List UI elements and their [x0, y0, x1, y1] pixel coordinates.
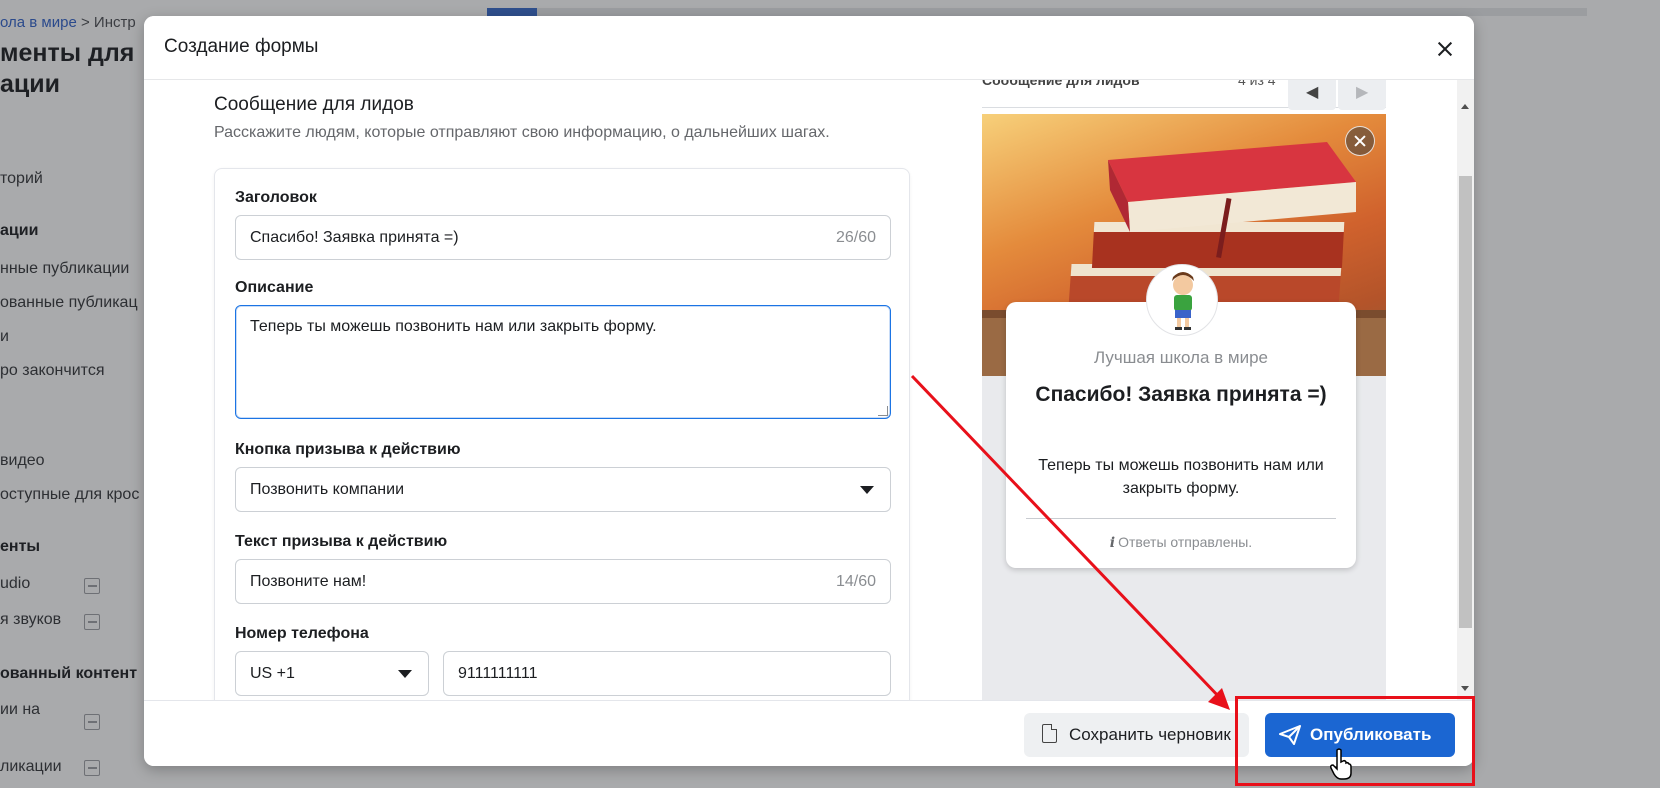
breadcrumb-tools[interactable]: Инстр: [94, 14, 136, 31]
headline-value: Спасибо! Заявка принята =): [250, 229, 459, 246]
bg-nav-item[interactable]: ликации: [0, 758, 62, 776]
resize-handle[interactable]: [878, 406, 888, 416]
preview-description: Теперь ты можешь позвонить нам или закры…: [1038, 457, 1324, 497]
info-icon: i: [1109, 535, 1116, 551]
bg-nav-item[interactable]: нные публикации: [0, 260, 129, 278]
bg-nav-section: ации: [0, 222, 39, 239]
phone-label: Номер телефона: [235, 625, 369, 642]
cta-button-select[interactable]: Позвонить компании: [235, 467, 891, 512]
preview-close-icon[interactable]: [1345, 126, 1375, 156]
cta-text-input[interactable]: Позвоните нам! 14/60: [235, 559, 891, 604]
cta-text-counter: 14/60: [835, 573, 876, 590]
publish-button[interactable]: Опубликовать: [1265, 713, 1455, 757]
scroll-up-icon[interactable]: [1461, 104, 1469, 109]
preview-note: i Ответы отправлены.: [1006, 534, 1356, 551]
cta-button-label: Кнопка призыва к действию: [235, 441, 461, 458]
exit-icon: [84, 714, 100, 730]
create-form-dialog: Создание формы Сообщение для лидов Расск…: [144, 16, 1474, 766]
publish-label: Опубликовать: [1310, 725, 1432, 744]
bg-nav-item[interactable]: ро закончится: [0, 362, 104, 380]
chevron-down-icon: [860, 486, 874, 494]
thank-you-card: Лучшая школа в мире Спасибо! Заявка прин…: [1006, 264, 1356, 568]
save-draft-label: Сохранить черновик: [1069, 725, 1231, 744]
background-heading: менты для ации: [0, 39, 135, 98]
scrollbar[interactable]: [1457, 80, 1474, 700]
scroll-down-icon[interactable]: [1461, 686, 1469, 691]
scrollbar-thumb[interactable]: [1459, 176, 1472, 628]
document-icon: [1042, 724, 1057, 743]
background-tab-strip: [487, 8, 1587, 16]
phone-number-value: 9111111111: [458, 665, 538, 682]
section-title: Сообщение для лидов: [214, 94, 414, 115]
cta-text-label: Текст призыва к действию: [235, 533, 448, 550]
headline-counter: 26/60: [835, 229, 876, 246]
close-icon[interactable]: [1430, 34, 1460, 64]
breadcrumb-separator: >: [80, 14, 90, 31]
cta-button-value: Позвонить компании: [250, 481, 405, 498]
section-description: Расскажите людям, которые отправляют сво…: [214, 124, 830, 141]
bg-nav-section: ованный контент: [0, 665, 138, 682]
bg-nav-item[interactable]: ованные публикац: [0, 294, 138, 312]
description-value: Теперь ты можешь позвонить нам или закры…: [250, 318, 657, 335]
background-tab-active: [487, 8, 537, 16]
boy-avatar-icon: [1172, 272, 1194, 330]
preview-title: Спасибо! Заявка принята =): [1035, 383, 1327, 406]
bg-nav-item[interactable]: ии на: [0, 701, 40, 719]
preview-header-title: Сообщение для лидов: [982, 80, 1140, 88]
exit-icon: [84, 578, 100, 594]
preview-page-indicator: 4 из 4: [1238, 80, 1276, 88]
phone-number-input[interactable]: 9111111111: [443, 651, 891, 696]
bg-nav-item[interactable]: и: [0, 328, 9, 346]
headline-label: Заголовок: [235, 189, 317, 206]
breadcrumb: ола в мире > Инстр: [0, 14, 136, 31]
exit-icon: [84, 760, 100, 776]
send-icon: [1279, 725, 1301, 745]
dialog-title: Создание формы: [164, 36, 319, 57]
preview-body: Лучшая школа в мире Спасибо! Заявка прин…: [982, 114, 1386, 700]
chevron-left-icon: ◀: [1306, 84, 1319, 101]
bg-nav-item[interactable]: оступные для крос: [0, 486, 139, 504]
divider: [1026, 518, 1336, 519]
message-card: Заголовок Спасибо! Заявка принята =) 26/…: [214, 168, 910, 700]
country-code-value: US +1: [250, 665, 295, 682]
save-draft-button[interactable]: Сохранить черновик: [1024, 713, 1249, 757]
form-editor: Сообщение для лидов Расскажите людям, ко…: [144, 80, 934, 700]
dialog-header: Создание формы: [144, 16, 1474, 80]
country-code-select[interactable]: US +1: [235, 651, 429, 696]
bg-nav-item[interactable]: udio: [0, 575, 30, 593]
exit-icon: [84, 614, 100, 630]
headline-input[interactable]: Спасибо! Заявка принята =) 26/60: [235, 215, 891, 260]
description-label: Описание: [235, 279, 314, 296]
preview-note-text: Ответы отправлены.: [1118, 534, 1253, 550]
preview-page-name: Лучшая школа в мире: [1093, 348, 1269, 367]
breadcrumb-school[interactable]: ола в мире: [0, 14, 77, 31]
bg-nav-item[interactable]: торий: [0, 170, 43, 188]
preview-prev-button[interactable]: ◀: [1288, 80, 1336, 110]
form-preview: Сообщение для лидов 4 из 4 ◀ ▶ Лучшая шк…: [982, 80, 1390, 700]
avatar: [1146, 264, 1218, 336]
bg-nav-item[interactable]: видео: [0, 452, 45, 470]
bg-nav-item[interactable]: я звуков: [0, 611, 61, 629]
dialog-footer: Сохранить черновик Опубликовать: [144, 700, 1474, 766]
preview-next-button[interactable]: ▶: [1338, 80, 1386, 110]
description-textarea[interactable]: Теперь ты можешь позвонить нам или закры…: [235, 305, 891, 419]
bg-nav-section: енты: [0, 538, 41, 555]
chevron-down-icon: [398, 670, 412, 678]
cta-text-value: Позвоните нам!: [250, 573, 367, 590]
chevron-right-icon: ▶: [1356, 84, 1369, 101]
